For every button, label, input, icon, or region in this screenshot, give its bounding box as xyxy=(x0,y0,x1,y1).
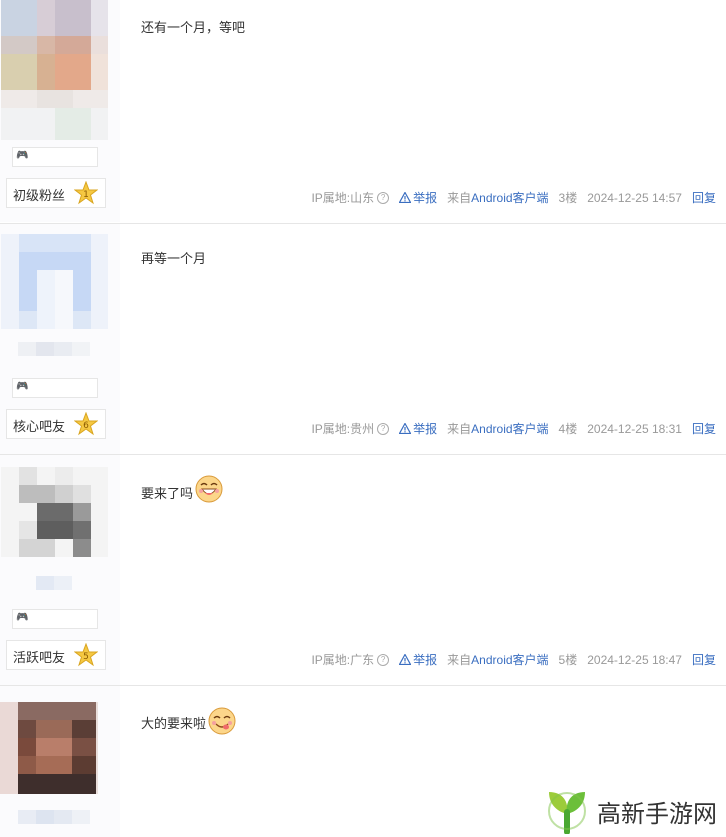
post-text: 再等一个月 xyxy=(141,252,207,267)
yummy-emoji-icon xyxy=(208,707,236,735)
level-name: 初级粉丝 xyxy=(13,189,66,204)
gamepad-icon: 🎮 xyxy=(16,150,29,161)
user-sidebar: 🎮 核心吧友 6 xyxy=(0,224,120,454)
help-icon[interactable]: ? xyxy=(377,653,390,666)
post-content: 再等一个月 xyxy=(141,248,206,267)
post-time: 2024-12-25 18:31 xyxy=(587,421,682,436)
warning-icon xyxy=(399,654,412,665)
level-badge[interactable]: 活跃吧友 5 xyxy=(6,640,106,670)
warning-icon xyxy=(399,192,412,203)
report-link[interactable]: 举报 xyxy=(399,420,437,437)
post-time: 2024-12-25 14:57 xyxy=(587,190,682,205)
post-meta: IP属地:广东? 举报 来自Android客户端 5楼 2024-12-25 1… xyxy=(311,651,716,668)
level-badge[interactable]: 核心吧友 6 xyxy=(6,409,106,439)
reply-link[interactable]: 回复 xyxy=(692,420,716,437)
client-source: 来自Android客户端 xyxy=(447,191,549,205)
gamepad-icon: 🎮 xyxy=(16,381,29,392)
help-icon[interactable]: ? xyxy=(377,191,390,204)
ip-location: IP属地:广东? xyxy=(311,651,390,668)
floor-number: 5楼 xyxy=(558,653,578,667)
level-badge[interactable]: 初级粉丝 1 xyxy=(6,178,106,208)
help-icon[interactable]: ? xyxy=(377,422,390,435)
watermark-text: 高新手游网 xyxy=(597,799,717,828)
grin-emoji-icon xyxy=(195,475,223,503)
user-sidebar xyxy=(0,686,120,837)
level-number: 6 xyxy=(83,421,89,431)
user-sidebar: 🎮 初级粉丝 1 xyxy=(0,0,120,222)
reply-link[interactable]: 回复 xyxy=(692,189,716,206)
ip-location: IP属地:贵州? xyxy=(311,420,390,437)
post-meta: IP属地:贵州? 举报 来自Android客户端 4楼 2024-12-25 1… xyxy=(311,420,716,437)
level-name: 核心吧友 xyxy=(13,420,66,435)
post-text: 大的要来啦 xyxy=(141,717,207,732)
user-sidebar: 🎮 活跃吧友 5 xyxy=(0,455,120,685)
star-level-icon: 1 xyxy=(74,181,98,205)
avatar[interactable] xyxy=(1,467,108,557)
floor-number: 4楼 xyxy=(558,422,578,436)
post-content: 大的要来啦 xyxy=(141,706,237,736)
post-text: 还有一个月，等吧 xyxy=(141,21,246,36)
leaf-y-logo-icon xyxy=(548,792,586,834)
medal-box: 🎮 xyxy=(12,609,98,629)
client-link[interactable]: Android客户端 xyxy=(471,191,548,205)
report-link[interactable]: 举报 xyxy=(399,651,437,668)
floor-number: 3楼 xyxy=(558,191,578,205)
medal-box: 🎮 xyxy=(12,147,98,167)
reply-link[interactable]: 回复 xyxy=(692,651,716,668)
gamepad-icon: 🎮 xyxy=(16,612,29,623)
star-level-icon: 5 xyxy=(74,643,98,667)
username-blur[interactable] xyxy=(18,810,90,824)
username-blur[interactable] xyxy=(36,576,72,590)
client-link[interactable]: Android客户端 xyxy=(471,422,548,436)
level-number: 1 xyxy=(83,190,89,200)
post-floor-3: 🎮 初级粉丝 1 还有一个月，等吧 IP属地:山东? 举报 来自Android客… xyxy=(0,0,726,222)
post-time: 2024-12-25 18:47 xyxy=(587,652,682,667)
level-number: 5 xyxy=(83,652,89,662)
avatar[interactable] xyxy=(0,702,98,794)
site-watermark: 高新手游网 xyxy=(543,788,717,834)
star-level-icon: 6 xyxy=(74,412,98,436)
username-blur[interactable] xyxy=(18,342,90,356)
client-source: 来自Android客户端 xyxy=(447,422,549,436)
ip-location: IP属地:山东? xyxy=(311,189,390,206)
client-link[interactable]: Android客户端 xyxy=(471,653,548,667)
medal-box: 🎮 xyxy=(12,378,98,398)
post-content: 要来了吗 xyxy=(141,474,224,504)
post-meta: IP属地:山东? 举报 来自Android客户端 3楼 2024-12-25 1… xyxy=(311,189,716,206)
avatar[interactable] xyxy=(1,234,108,329)
report-link[interactable]: 举报 xyxy=(399,189,437,206)
post-floor-5: 🎮 活跃吧友 5 要来了吗 IP属地:广东? 举报 来自Android客户端 5… xyxy=(0,455,726,685)
post-floor-4: 🎮 核心吧友 6 再等一个月 IP属地:贵州? 举报 来自Android客户端 … xyxy=(0,224,726,454)
level-name: 活跃吧友 xyxy=(13,651,66,666)
avatar[interactable] xyxy=(1,0,108,140)
post-text: 要来了吗 xyxy=(141,487,194,502)
post-content: 还有一个月，等吧 xyxy=(141,17,245,36)
client-source: 来自Android客户端 xyxy=(447,653,549,667)
warning-icon xyxy=(399,423,412,434)
